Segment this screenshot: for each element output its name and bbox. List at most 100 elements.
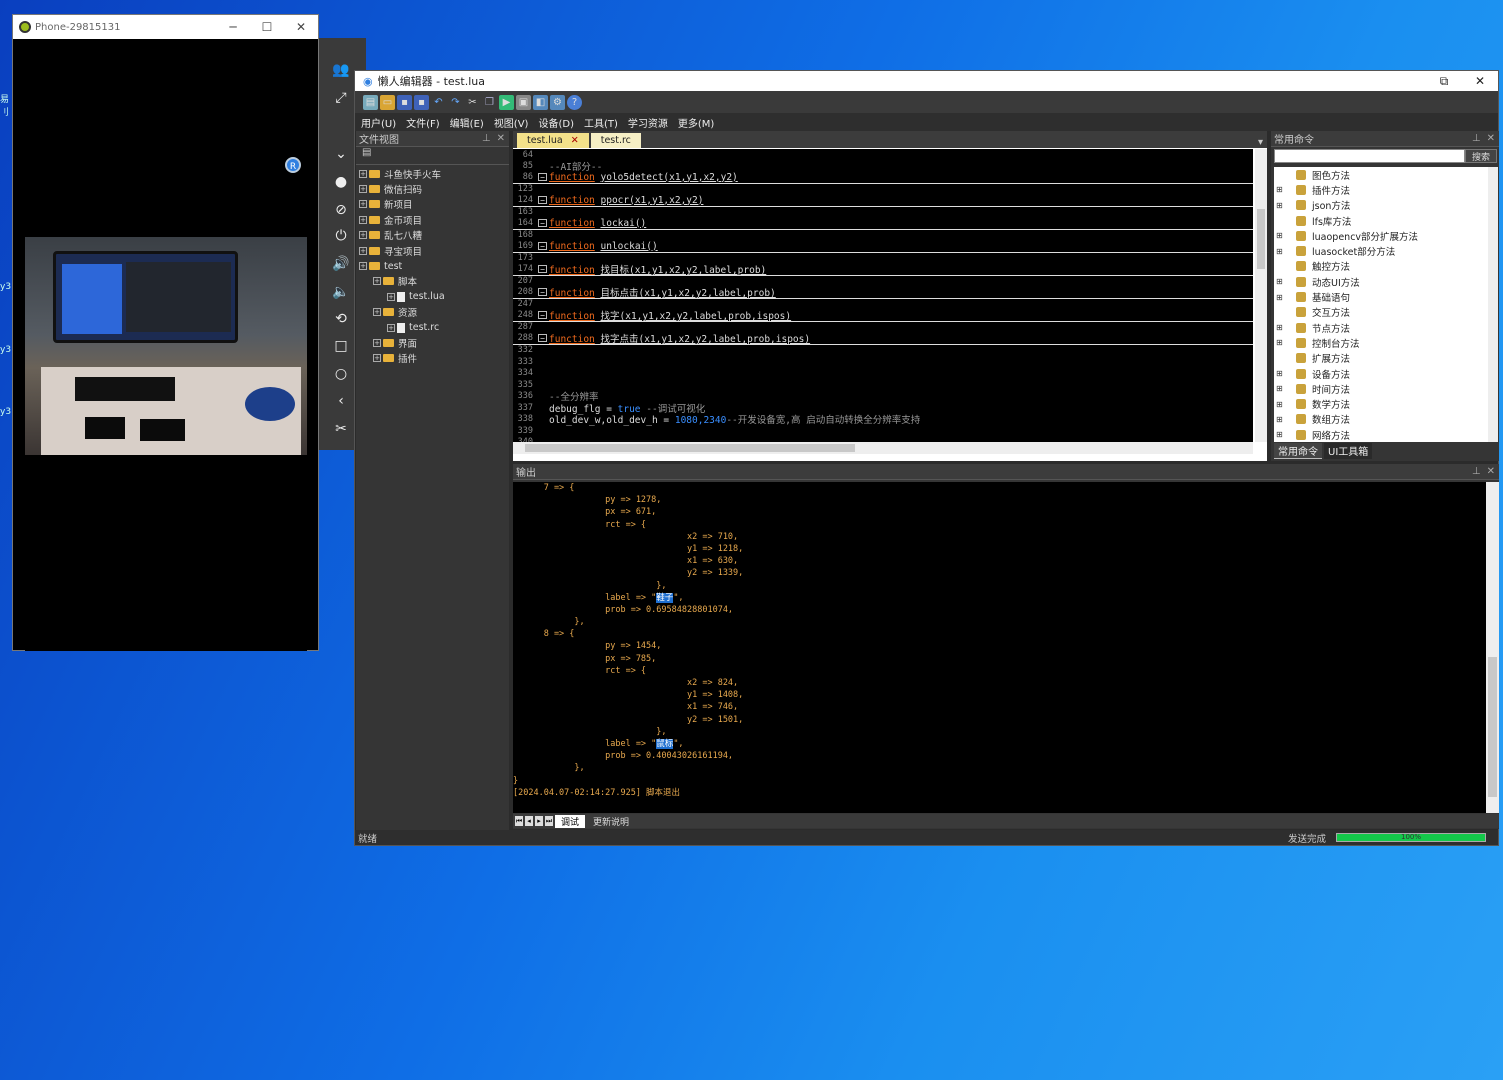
- tree-item[interactable]: + test: [359, 258, 509, 273]
- minimize-icon[interactable]: ─: [216, 20, 250, 34]
- expand-icon[interactable]: ⊞: [1274, 400, 1296, 409]
- expand-icon[interactable]: +: [373, 354, 381, 363]
- expand-icon[interactable]: ⊞: [1274, 277, 1296, 286]
- expand-icon[interactable]: ⊞: [1274, 231, 1296, 240]
- menu-view[interactable]: 视图(V): [494, 115, 529, 130]
- circle-icon[interactable]: ●: [328, 170, 354, 194]
- command-item[interactable]: ⊞ 基础语句: [1274, 289, 1498, 304]
- command-item[interactable]: ⊞ 时间方法: [1274, 381, 1498, 396]
- close-icon[interactable]: ✕: [284, 20, 318, 34]
- expand-icon[interactable]: +: [359, 262, 367, 271]
- command-item[interactable]: ⊞ 动态UI方法: [1274, 274, 1498, 289]
- command-item[interactable]: 图色方法: [1274, 167, 1498, 182]
- menu-edit[interactable]: 编辑(E): [450, 115, 484, 130]
- code-line[interactable]: 208− function 目标点击(x1,y1,x2,y2,label,prob…: [513, 287, 1253, 299]
- command-item[interactable]: ⊞ 设备方法: [1274, 366, 1498, 381]
- expand-icon[interactable]: +: [359, 215, 367, 224]
- back-icon[interactable]: ‹: [328, 389, 354, 413]
- expand-icon[interactable]: +: [359, 200, 367, 209]
- code-line[interactable]: 334: [513, 368, 1253, 380]
- close-icon[interactable]: ✕: [571, 135, 579, 146]
- eye-off-icon[interactable]: ⊘: [328, 198, 354, 222]
- tree-item[interactable]: + 金币项目: [359, 212, 509, 227]
- command-item[interactable]: ⊞ 数学方法: [1274, 396, 1498, 411]
- volume-up-icon[interactable]: 🔊: [328, 252, 354, 276]
- command-item[interactable]: 交互方法: [1274, 305, 1498, 320]
- expand-icon[interactable]: +: [387, 292, 395, 301]
- maximize-icon[interactable]: ☐: [250, 20, 284, 34]
- expand-icon[interactable]: ⊞: [1274, 384, 1296, 393]
- device-icon[interactable]: ◧: [533, 94, 548, 110]
- menu-user[interactable]: 用户(U): [361, 115, 396, 130]
- tab-common-commands[interactable]: 常用命令: [1274, 443, 1322, 459]
- command-item[interactable]: ⊞ 节点方法: [1274, 320, 1498, 335]
- expand-icon[interactable]: ⊞: [1274, 201, 1296, 210]
- tree-item[interactable]: + test.lua: [359, 289, 509, 304]
- save-icon[interactable]: ▪: [397, 94, 412, 110]
- code-line[interactable]: 85 --AI部分--: [513, 161, 1253, 173]
- code-line[interactable]: 333: [513, 356, 1253, 368]
- expand-icon[interactable]: ⊞: [1274, 323, 1296, 332]
- expand-icon[interactable]: +: [359, 169, 367, 178]
- people-icon[interactable]: 👥: [328, 58, 354, 82]
- square-icon[interactable]: □: [328, 334, 354, 358]
- phone-screen[interactable]: R: [25, 39, 307, 651]
- next-tab-icon[interactable]: ▸: [535, 816, 543, 826]
- restore-icon[interactable]: ⧉: [1426, 74, 1462, 89]
- file-icon[interactable]: ▤: [362, 147, 371, 158]
- command-item[interactable]: ⊞ luaopencv部分扩展方法: [1274, 228, 1498, 243]
- editor-vertical-scrollbar[interactable]: [1255, 149, 1267, 442]
- command-search-input[interactable]: [1274, 149, 1465, 163]
- tab-test-lua[interactable]: test.lua ✕: [517, 133, 589, 148]
- command-item[interactable]: ⊞ json方法: [1274, 198, 1498, 213]
- expand-icon[interactable]: ⊞: [1274, 185, 1296, 194]
- code-line[interactable]: 174− function 找目标(x1,y1,x2,y2,label,prob): [513, 264, 1253, 276]
- code-line[interactable]: 335: [513, 379, 1253, 391]
- command-item[interactable]: 触控方法: [1274, 259, 1498, 274]
- last-tab-icon[interactable]: ⏭: [545, 816, 553, 826]
- command-item[interactable]: ⊞ 网络方法: [1274, 427, 1498, 442]
- fold-toggle-icon[interactable]: −: [538, 173, 547, 182]
- code-area[interactable]: 64 85 --AI部分-- 86− function yolo5detect(x1,y…: [513, 149, 1253, 442]
- command-item[interactable]: 扩展方法: [1274, 351, 1498, 366]
- command-list-scrollbar[interactable]: [1488, 167, 1498, 442]
- code-line[interactable]: 288− function 找字点击(x1,y1,x2,y2,label,prob…: [513, 333, 1253, 345]
- search-button[interactable]: 搜索: [1465, 149, 1497, 163]
- expand-icon[interactable]: +: [387, 323, 395, 332]
- volume-down-icon[interactable]: 🔈: [328, 280, 354, 304]
- fold-toggle-icon[interactable]: −: [538, 334, 547, 343]
- settings-icon[interactable]: ⚙: [550, 94, 565, 110]
- run-icon[interactable]: ▶: [499, 94, 514, 110]
- undo-icon[interactable]: ↶: [431, 95, 446, 110]
- pin-icon[interactable]: ⊥: [1472, 466, 1481, 477]
- prev-tab-icon[interactable]: ◂: [525, 816, 533, 826]
- command-item[interactable]: ⊞ luasocket部分方法: [1274, 243, 1498, 258]
- close-icon[interactable]: ✕: [1487, 133, 1495, 144]
- fold-toggle-icon[interactable]: −: [538, 311, 547, 320]
- expand-icon[interactable]: +: [359, 246, 367, 255]
- fold-toggle-icon[interactable]: −: [538, 219, 547, 228]
- tree-item[interactable]: + 资源: [359, 305, 509, 320]
- code-line[interactable]: 163: [513, 207, 1253, 219]
- menu-device[interactable]: 设备(D): [538, 115, 574, 130]
- fold-toggle-icon[interactable]: −: [538, 265, 547, 274]
- code-line[interactable]: 332: [513, 345, 1253, 357]
- code-line[interactable]: 248− function 找字(x1,y1,x2,y2,label,prob,i…: [513, 310, 1253, 322]
- expand-icon[interactable]: ⊞: [1274, 415, 1296, 424]
- help-icon[interactable]: ?: [567, 94, 582, 110]
- command-item[interactable]: ⊞ 控制台方法: [1274, 335, 1498, 350]
- redo-icon[interactable]: ↷: [448, 95, 463, 110]
- expand-icon[interactable]: ⊞: [1274, 430, 1296, 439]
- expand-icon[interactable]: +: [359, 185, 367, 194]
- rotate-icon[interactable]: ⟲: [328, 307, 354, 331]
- circle-outline-icon[interactable]: ○: [328, 362, 354, 386]
- menu-file[interactable]: 文件(F): [406, 115, 440, 130]
- expand-icon[interactable]: +: [359, 231, 367, 240]
- command-item[interactable]: ⊞ 插件方法: [1274, 182, 1498, 197]
- phone-floating-badge[interactable]: R: [285, 157, 301, 173]
- fold-toggle-icon[interactable]: −: [538, 288, 547, 297]
- code-line[interactable]: 64: [513, 149, 1253, 161]
- expand-icon[interactable]: +: [373, 277, 381, 286]
- code-line[interactable]: 164− function lockai(): [513, 218, 1253, 230]
- expand-icon[interactable]: ⊞: [1274, 247, 1296, 256]
